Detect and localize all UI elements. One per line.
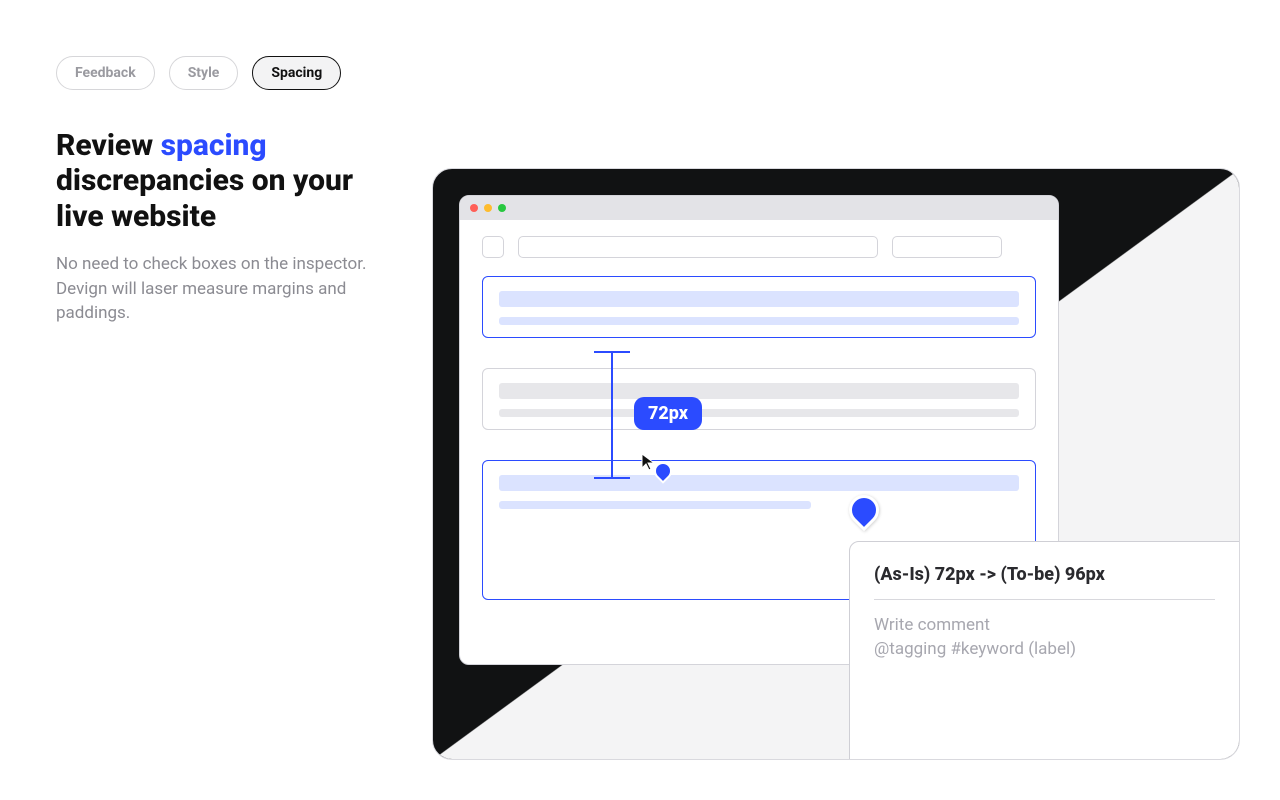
traffic-light-min-icon [484,204,492,212]
browser-titlebar [460,196,1058,220]
divider [874,599,1215,600]
headline-accent: spacing [161,128,267,163]
spacing-ruler-icon [594,351,630,479]
mock-line [499,475,1019,491]
mock-line [499,501,811,509]
illustration-frame: 72px (As-Is) 72px -> (To-be) 96px Write … [432,168,1240,760]
comment-card: (As-Is) 72px -> (To-be) 96px Write comme… [849,541,1240,760]
mock-line [499,291,1019,307]
comment-title: (As-Is) 72px -> (To-be) 96px [874,564,1215,585]
tab-spacing[interactable]: Spacing [252,56,341,90]
mock-toolbar-wide [518,236,878,258]
spacing-measurement-badge: 72px [634,397,702,430]
mock-toolbar-square [482,236,504,258]
traffic-light-close-icon [470,204,478,212]
page-title: Review spacing discrepancies on your liv… [56,128,396,234]
mock-toolbar-mid [892,236,1002,258]
tab-style[interactable]: Style [169,56,239,90]
mock-card-selected-top [482,276,1036,338]
headline-pre: Review [56,128,161,163]
feature-tabs: Feedback Style Spacing [56,56,341,90]
copy-block: Review spacing discrepancies on your liv… [56,128,396,326]
mock-card-middle [482,368,1036,430]
comment-input[interactable]: Write comment @tagging #keyword (label) [874,614,1215,662]
traffic-light-max-icon [498,204,506,212]
mock-line [499,409,1019,417]
tab-feedback[interactable]: Feedback [56,56,155,90]
mock-toolbar [482,236,1036,258]
mock-line [499,317,1019,325]
headline-post: discrepancies on your live website [56,163,353,233]
mock-line [499,383,1019,399]
page-subtext: No need to check boxes on the inspector.… [56,252,396,326]
